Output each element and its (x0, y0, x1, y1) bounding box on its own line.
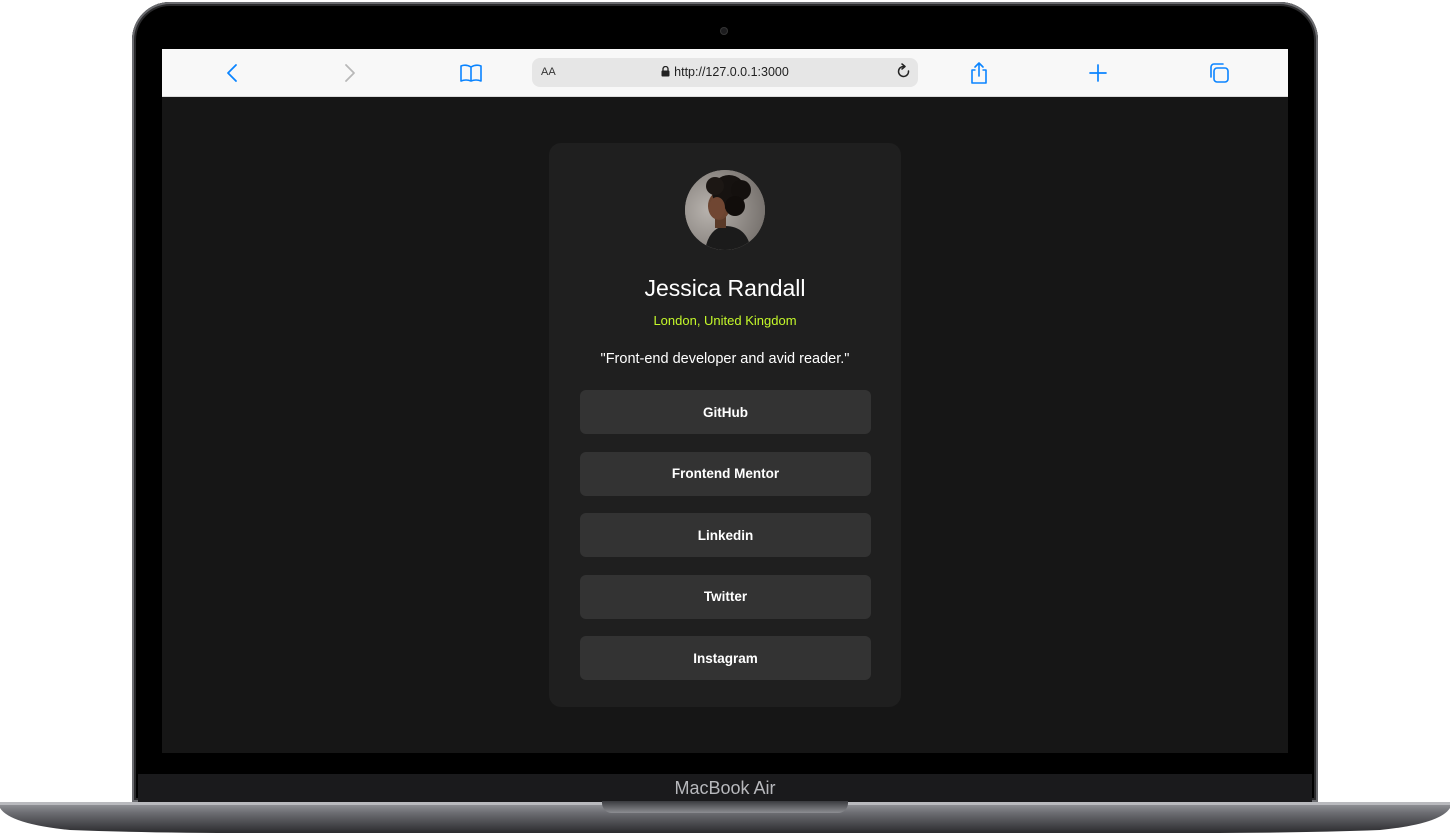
reload-icon[interactable] (896, 63, 912, 81)
social-links: GitHub Frontend Mentor Linkedin Twitter … (580, 390, 871, 698)
address-bar[interactable]: AA http://127.0.0.1:3000 (532, 58, 918, 87)
instagram-link-button[interactable]: Instagram (580, 636, 871, 680)
chevron-left-icon (227, 64, 237, 82)
book-icon (460, 64, 482, 82)
tabs-overview-button[interactable] (1204, 59, 1234, 87)
share-button[interactable] (964, 59, 994, 87)
twitter-link-button[interactable]: Twitter (580, 574, 871, 619)
profile-bio: "Front-end developer and avid reader." (600, 351, 850, 367)
chevron-right-icon (345, 64, 355, 82)
url-text: http://127.0.0.1:3000 (674, 65, 789, 79)
profile-photo (685, 170, 765, 250)
back-button[interactable] (217, 59, 247, 87)
browser-toolbar: AA http://127.0.0.1:3000 (162, 49, 1288, 97)
frontend-mentor-link-button[interactable]: Frontend Mentor (580, 451, 871, 496)
webcam (720, 27, 728, 35)
new-tab-button[interactable] (1083, 59, 1113, 87)
linkedin-link-button[interactable]: Linkedin (580, 513, 871, 557)
lid-opening-notch (602, 801, 848, 813)
avatar (685, 170, 765, 250)
share-icon (971, 62, 987, 84)
forward-button[interactable] (335, 59, 365, 87)
device-label: MacBook Air (674, 778, 776, 798)
tabs-icon (1210, 63, 1229, 83)
browser-screen: AA http://127.0.0.1:3000 Jessica Randall… (162, 49, 1288, 753)
profile-name: Jessica Randall (644, 275, 806, 301)
profile-location: London, United Kingdom (653, 313, 797, 328)
github-link-button[interactable]: GitHub (580, 390, 871, 434)
plus-icon (1089, 64, 1107, 82)
bookmarks-button[interactable] (456, 59, 486, 87)
profile-card: Jessica Randall London, United Kingdom "… (549, 143, 901, 707)
lock-icon (661, 66, 670, 77)
